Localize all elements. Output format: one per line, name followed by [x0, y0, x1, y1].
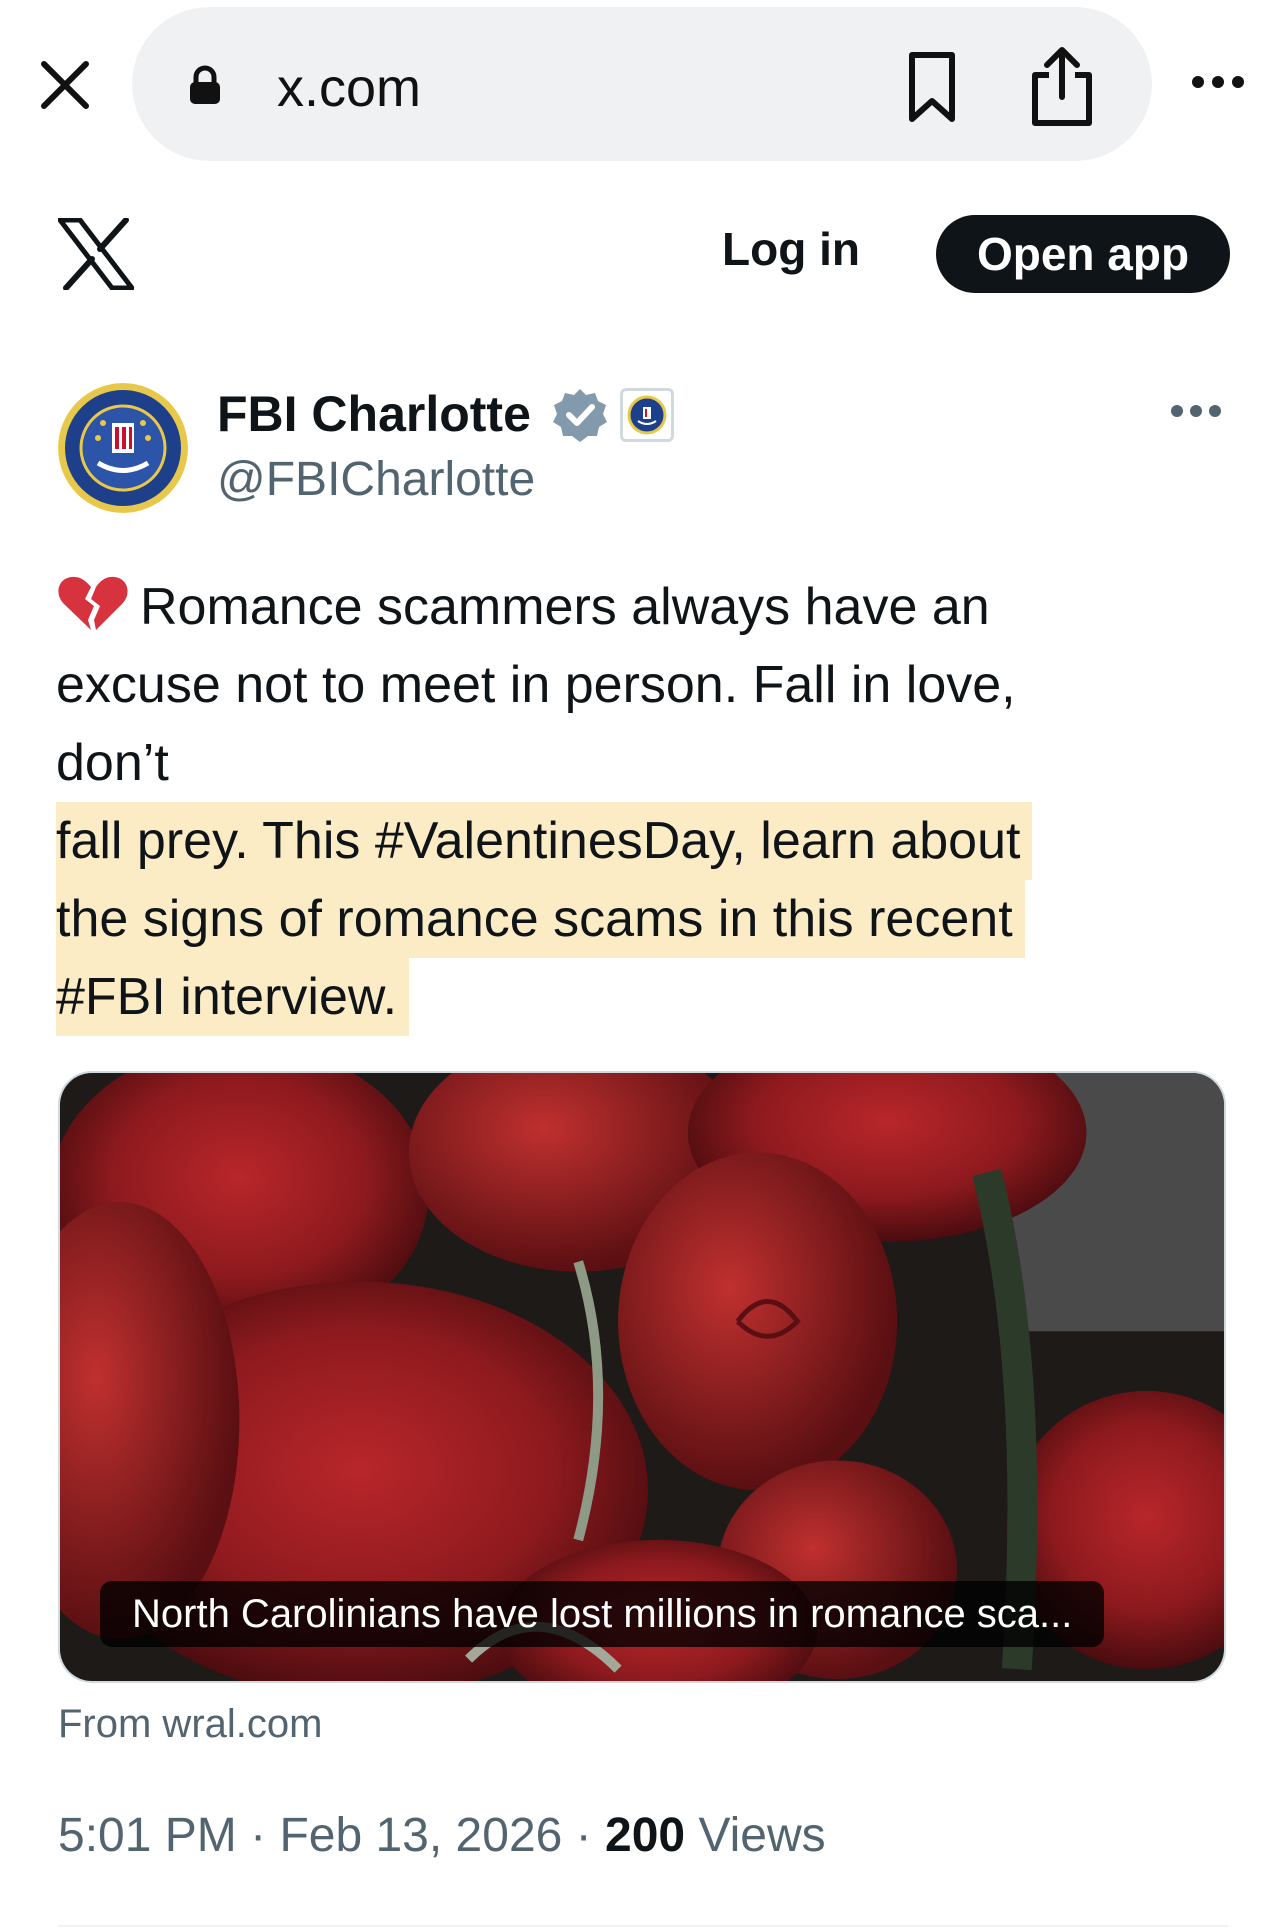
broken-heart-icon: [56, 574, 130, 632]
meta-separator: ·: [575, 1809, 592, 1862]
avatar[interactable]: [58, 383, 188, 513]
url-text[interactable]: x.com: [277, 57, 421, 119]
post-text-line: Romance scammers always have an: [56, 568, 1236, 646]
post-text-line-1: Romance scammers always have an: [140, 578, 990, 636]
post-text-line-3: don’t: [56, 734, 169, 792]
close-icon[interactable]: [36, 56, 94, 114]
more-horizontal-icon[interactable]: [1170, 400, 1222, 422]
views-count: 200: [605, 1809, 686, 1862]
bookmark-icon[interactable]: [902, 49, 962, 125]
verified-icon: [552, 387, 608, 443]
login-button[interactable]: Log in: [722, 222, 860, 276]
post-date[interactable]: Feb 13, 2026: [279, 1809, 562, 1862]
browser-toolbar: x.com: [0, 0, 1284, 170]
card-source[interactable]: From wral.com: [58, 1702, 322, 1747]
highlighted-text-line: fall prey. This #ValentinesDay, learn ab…: [56, 802, 1033, 880]
meta-separator: ·: [250, 1809, 267, 1862]
share-icon[interactable]: [1027, 45, 1097, 127]
author-handle[interactable]: @FBICharlotte: [217, 452, 535, 507]
divider: [58, 1925, 1228, 1927]
fbi-seal-affiliate-badge[interactable]: [620, 388, 674, 442]
views-label: Views: [698, 1809, 826, 1862]
post-text-line-2: excuse not to meet in person. Fall in lo…: [56, 656, 1016, 714]
post-text: Romance scammers always have an excuse n…: [56, 568, 1236, 1036]
post-meta: 5:01 PM · Feb 13, 2026 · 200 Views: [58, 1808, 826, 1863]
card-caption: North Carolinians have lost millions in …: [100, 1581, 1105, 1647]
link-preview-card[interactable]: North Carolinians have lost millions in …: [58, 1071, 1226, 1683]
highlighted-text-line: #FBI interview.: [56, 958, 410, 1036]
author-name[interactable]: FBI Charlotte: [217, 385, 531, 443]
highlighted-text-line: the signs of romance scams in this recen…: [56, 880, 1025, 958]
open-app-button[interactable]: Open app: [936, 215, 1230, 293]
post-time[interactable]: 5:01 PM: [58, 1809, 237, 1862]
more-horizontal-icon[interactable]: [1190, 70, 1246, 94]
address-bar[interactable]: x.com: [132, 7, 1152, 161]
lock-icon: [188, 65, 222, 105]
x-logo-icon[interactable]: [57, 217, 135, 291]
